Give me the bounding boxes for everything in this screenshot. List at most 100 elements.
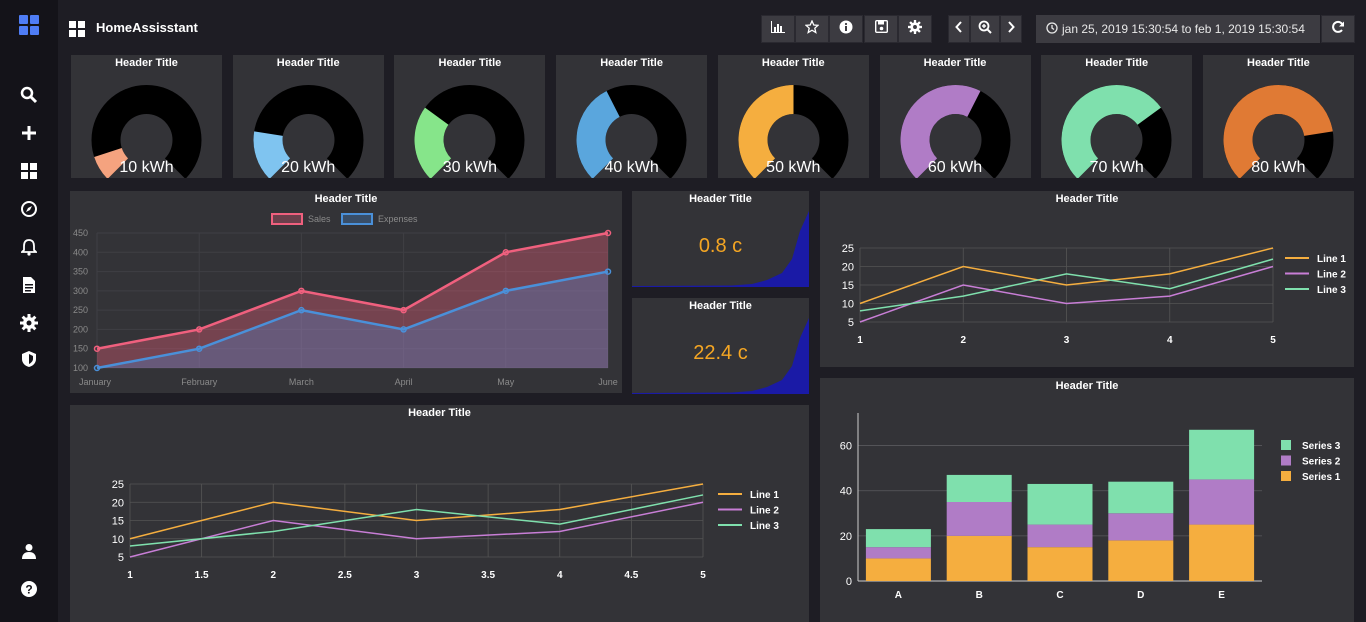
legend-label: Line 3: [1317, 285, 1346, 296]
x-tick-label: 3.5: [481, 570, 495, 581]
app-title: HomeAssisstant: [96, 20, 198, 35]
x-tick-label: 2.5: [338, 570, 352, 581]
date-range-picker[interactable]: jan 25, 2019 15:30:54 to feb 1, 2019 15:…: [1036, 15, 1320, 43]
settings-button[interactable]: [898, 15, 932, 43]
y-tick-label: 20: [112, 497, 124, 509]
search-icon[interactable]: [17, 83, 41, 107]
next-range-button[interactable]: [1000, 15, 1022, 43]
zoom-button[interactable]: [970, 15, 1000, 43]
bar-segment: [1027, 483, 1093, 525]
gauge-card: Header Title 20 kWh: [232, 55, 384, 178]
sales-chart-card: Header Title 100 150 200 250 300 350 400 450 Jan…: [70, 191, 622, 393]
y-tick-label: 15: [842, 280, 854, 292]
x-tick-label: 4: [1167, 335, 1173, 346]
save-button[interactable]: [864, 15, 898, 43]
y-tick-label: 450: [73, 228, 88, 238]
bar-segment: [1108, 513, 1174, 541]
bell-icon[interactable]: [17, 235, 41, 259]
kpi-value: 22.4 c: [693, 342, 748, 364]
x-tick-label: 1: [857, 335, 863, 346]
bar-segment: [865, 529, 931, 548]
x-tick-label: January: [79, 377, 112, 387]
y-tick-label: 20: [840, 531, 852, 543]
bar-segment: [865, 547, 931, 559]
bar-segment: [1189, 479, 1255, 525]
bar-segment: [1027, 524, 1093, 548]
x-tick-label: 1.5: [195, 570, 209, 581]
x-tick-label: B: [976, 590, 983, 601]
x-tick-label: 1: [127, 570, 133, 581]
y-tick-label: 20: [842, 262, 854, 274]
y-tick-label: 200: [73, 324, 88, 334]
y-tick-label: 25: [112, 479, 124, 491]
x-tick-label: C: [1056, 590, 1063, 601]
gauge-card: Header Title 40 kWh: [556, 55, 708, 178]
stacked-bar-card: Header Title 0 20 40 60 A B C D E Series 3 Series …: [820, 378, 1354, 622]
chevron-right-icon: [1007, 20, 1015, 38]
refresh-icon: [1331, 20, 1345, 39]
y-tick-label: 100: [73, 363, 88, 373]
bar-segment: [1108, 481, 1174, 514]
stacked-bar-chart: 0 20 40 60 A B C D E Series 3 Series 2 Series 1: [840, 413, 1341, 601]
kpi-card-1: Header Title 0.8 c: [632, 191, 809, 287]
info-button[interactable]: [829, 15, 863, 43]
kpi-card-2: Header Title 22.4 c: [632, 298, 809, 394]
gauge-value: 10 kWh: [119, 159, 174, 176]
x-tick-label: E: [1218, 590, 1225, 601]
refresh-button[interactable]: [1321, 15, 1355, 43]
save-icon: [874, 19, 888, 38]
x-tick-label: D: [1137, 590, 1144, 601]
bar-segment: [1027, 547, 1093, 581]
bar-segment: [1189, 524, 1255, 581]
legend-label: Sales: [308, 214, 331, 224]
y-tick-label: 0: [846, 576, 852, 588]
shield-icon[interactable]: [17, 347, 41, 371]
gauge-value: 70 kWh: [1089, 159, 1144, 176]
y-tick-label: 15: [112, 516, 124, 528]
y-tick-label: 5: [848, 317, 854, 329]
lines-chart-large-card: Header Title 5 10 15 20 25 1 1.5 2 2.5 3 3.5 4 4.5 5 L…: [70, 405, 809, 622]
y-tick-label: 5: [118, 552, 124, 564]
gauge-card: Header Title 30 kWh: [394, 55, 546, 178]
x-tick-label: April: [395, 377, 413, 387]
help-icon[interactable]: ?: [17, 577, 41, 601]
user-icon[interactable]: [17, 539, 41, 563]
gear-icon[interactable]: [17, 311, 41, 335]
previous-range-button[interactable]: [948, 15, 970, 43]
y-tick-label: 10: [842, 299, 854, 311]
dashboard-icon[interactable]: [17, 159, 41, 183]
legend-label: Series 2: [1302, 457, 1341, 468]
legend-label: Series 1: [1302, 472, 1341, 483]
y-tick-label: 350: [73, 267, 88, 277]
y-tick-label: 400: [73, 247, 88, 257]
legend-label: Line 3: [750, 521, 779, 532]
bar-chart-icon: [771, 20, 785, 38]
plus-icon[interactable]: [17, 121, 41, 145]
x-tick-label: 5: [700, 570, 706, 581]
gear-icon: [908, 19, 922, 39]
y-tick-label: 40: [840, 486, 852, 498]
gauge-card: Header Title 80 kWh: [1202, 55, 1354, 178]
x-tick-label: 2: [270, 570, 276, 581]
document-icon[interactable]: [17, 273, 41, 297]
x-tick-label: June: [598, 377, 618, 387]
x-tick-label: 3: [1064, 335, 1070, 346]
chart-view-button[interactable]: [761, 15, 795, 43]
y-tick-label: 300: [73, 286, 88, 296]
gauge-value: 30 kWh: [442, 159, 498, 176]
x-tick-label: 4: [557, 570, 563, 581]
legend-label: Line 1: [750, 490, 779, 501]
x-tick-label: 5: [1270, 335, 1276, 346]
sidebar: ?: [0, 0, 58, 622]
legend-swatch: [1281, 471, 1291, 481]
legend-label: Line 2: [750, 506, 779, 517]
legend-label: Series 3: [1302, 441, 1341, 452]
favorite-button[interactable]: [795, 15, 829, 43]
gauge-value: 40 kWh: [604, 159, 659, 176]
bar-segment: [865, 558, 931, 581]
lines-chart-small: 5 10 15 20 25 1 2 3 4 5 Line 1 Line 2 Line 3: [842, 243, 1347, 346]
bar-segment: [946, 474, 1012, 502]
compass-icon[interactable]: [17, 197, 41, 221]
y-tick-label: 250: [73, 305, 88, 315]
dashboard-logo-icon[interactable]: [17, 13, 41, 37]
